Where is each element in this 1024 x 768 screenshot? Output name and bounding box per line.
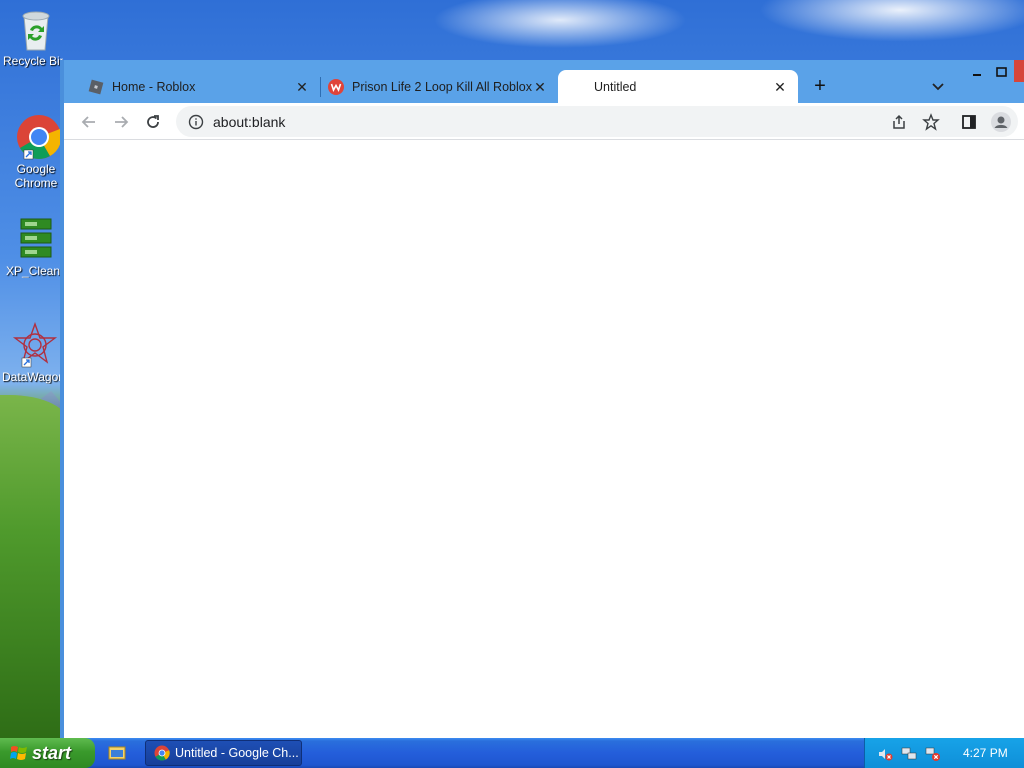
wearedevs-icon — [328, 78, 344, 95]
chrome-icon — [17, 115, 62, 160]
volume-muted-icon[interactable] — [877, 746, 893, 762]
browser-toolbar: about:blank — [64, 103, 1024, 140]
tab-title: Untitled — [594, 79, 637, 94]
forward-button[interactable] — [110, 111, 132, 133]
start-label: start — [32, 742, 72, 763]
tab-strip: Home - Roblox ✕ Prison Life 2 Loop Kill … — [64, 60, 1024, 103]
address-bar[interactable]: about:blank — [176, 106, 1018, 137]
profile-avatar-icon — [991, 112, 1011, 132]
clock[interactable]: 4:27 PM — [963, 746, 1008, 760]
desktop-icon-label: Google Chrome — [14, 162, 58, 190]
taskbar-chrome-button[interactable]: Untitled - Google Ch... — [145, 740, 302, 766]
tab-prison-life[interactable]: Prison Life 2 Loop Kill All Roblox ✕ — [328, 70, 552, 103]
profile-button[interactable] — [990, 111, 1012, 133]
share-icon[interactable] — [890, 113, 908, 131]
datawagon-icon — [12, 322, 58, 368]
tab-title: Prison Life 2 Loop Kill All Roblox — [352, 79, 532, 94]
tab-search-chevron-icon[interactable] — [928, 76, 948, 96]
desktop-icon-label: XP_Clean — [5, 264, 61, 278]
back-button[interactable] — [78, 111, 100, 133]
system-tray: 4:27 PM — [864, 738, 1024, 768]
taskbar-button-label: Untitled - Google Ch... — [175, 746, 299, 760]
browser-window: Home - Roblox ✕ Prison Life 2 Loop Kill … — [60, 60, 1024, 738]
network-disconnected-icon[interactable] — [925, 746, 941, 762]
tab-close-icon[interactable]: ✕ — [532, 79, 548, 95]
info-icon[interactable] — [188, 114, 204, 130]
network-icon[interactable] — [901, 746, 917, 762]
xp-clean-icon — [20, 218, 52, 258]
chrome-icon — [154, 745, 170, 761]
recycle-bin-icon — [22, 11, 50, 51]
tab-title: Home - Roblox — [112, 79, 196, 94]
taskbar: start Untitled - Google Ch... 4:27 PM — [0, 738, 1024, 768]
forward-arrow-icon — [115, 116, 129, 128]
new-tab-button[interactable]: + — [809, 76, 831, 98]
maximize-icon[interactable] — [992, 64, 1012, 80]
tab-home-roblox[interactable]: Home - Roblox ✕ — [88, 70, 314, 103]
tab-separator — [320, 77, 321, 97]
roblox-icon — [88, 79, 104, 94]
tab-untitled[interactable]: Untitled ✕ — [558, 70, 798, 103]
minimize-icon[interactable] — [968, 64, 988, 80]
start-button[interactable]: start — [0, 738, 95, 768]
address-bar-text: about:blank — [213, 114, 286, 130]
desktop-icon-label: Recycle Bin — [3, 54, 63, 68]
bookmark-star-icon[interactable] — [922, 113, 940, 131]
reload-icon — [147, 115, 159, 128]
close-window-button[interactable] — [1014, 60, 1024, 82]
tab-close-icon[interactable]: ✕ — [772, 79, 788, 95]
side-panel-button[interactable] — [958, 111, 980, 133]
desktop-icon-datawagon[interactable]: DataWagon — [2, 322, 68, 384]
show-desktop-icon[interactable] — [108, 744, 126, 762]
tab-close-icon[interactable]: ✕ — [294, 79, 310, 95]
page-content[interactable] — [64, 140, 1024, 738]
windows-logo-icon — [10, 746, 27, 760]
desktop-icon-label: DataWagon — [2, 370, 62, 384]
side-panel-icon — [962, 115, 976, 129]
back-arrow-icon — [81, 116, 95, 128]
reload-button[interactable] — [142, 111, 164, 133]
